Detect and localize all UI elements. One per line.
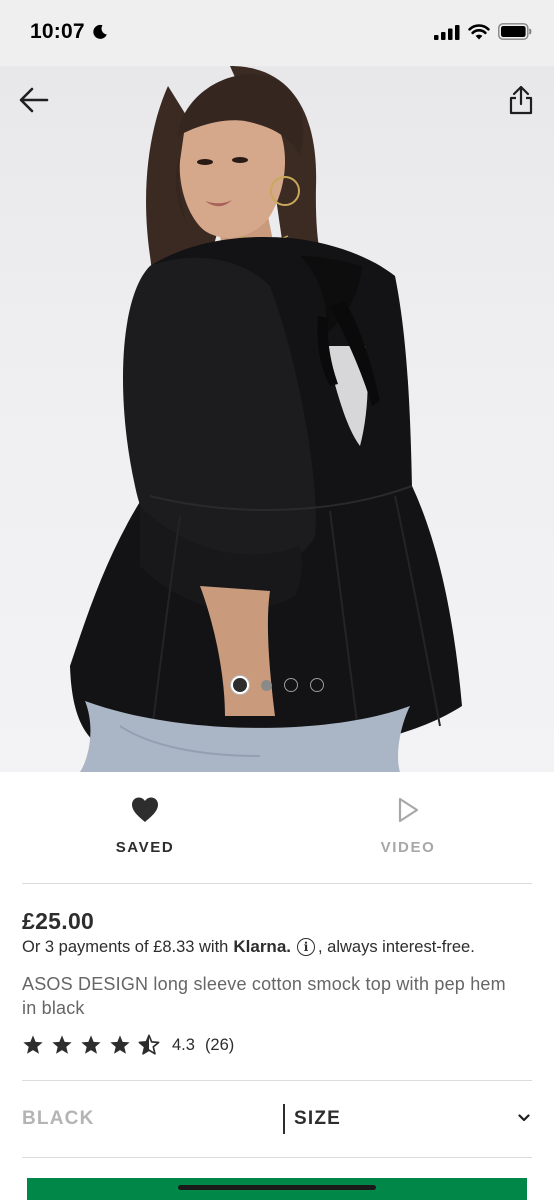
status-bar: 10:07 (0, 0, 554, 66)
gallery-dot[interactable] (260, 679, 272, 691)
klarna-suffix: , always interest-free. (318, 937, 475, 956)
star-half-icon (138, 1034, 160, 1055)
variant-selector: BLACK SIZE (0, 1081, 554, 1157)
klarna-logo: Klarna. (233, 937, 291, 956)
variant-divider (283, 1104, 285, 1134)
status-indicators (434, 23, 532, 40)
wifi-icon (468, 23, 490, 39)
play-icon (398, 797, 419, 823)
saved-button[interactable]: SAVED (45, 796, 245, 856)
divider (22, 1157, 532, 1158)
back-arrow-icon[interactable] (18, 86, 50, 114)
product-price: £25.00 (22, 908, 95, 934)
star-filled-icon (81, 1035, 101, 1054)
star-filled-icon (52, 1035, 72, 1054)
gallery-dot[interactable] (230, 676, 249, 694)
video-label: VIDEO (380, 839, 436, 856)
klarna-info: Or 3 payments of £8.33 with Klarna. i , … (22, 937, 475, 957)
info-icon[interactable]: i (297, 938, 315, 956)
product-photo (70, 66, 462, 772)
product-image-gallery[interactable] (0, 66, 554, 772)
product-actions: SAVED VIDEO (0, 772, 554, 884)
moon-icon (93, 24, 107, 39)
star-filled-icon (110, 1035, 130, 1054)
share-icon[interactable] (508, 84, 534, 116)
gallery-dot[interactable] (283, 678, 298, 692)
saved-label: SAVED (115, 839, 175, 856)
rating-count: (26) (204, 1035, 235, 1054)
gallery-pagination (0, 676, 554, 694)
heart-filled-icon (132, 797, 158, 822)
rating-stars (22, 1034, 160, 1056)
battery-icon (498, 23, 532, 40)
klarna-prefix: Or 3 payments of £8.33 with (22, 937, 229, 956)
chevron-down-icon (518, 1114, 530, 1122)
product-rating[interactable]: 4.3 (26) (22, 1034, 234, 1056)
rating-value: 4.3 (172, 1035, 195, 1054)
colour-label: BLACK (22, 1108, 95, 1129)
signal-icon (434, 24, 460, 40)
status-time: 10:07 (30, 20, 85, 43)
home-indicator (178, 1185, 376, 1190)
gallery-dot[interactable] (309, 678, 324, 692)
divider (22, 883, 532, 884)
product-title: ASOS DESIGN long sleeve cotton smock top… (22, 974, 506, 1018)
star-filled-icon (23, 1035, 43, 1054)
size-label: SIZE (294, 1108, 342, 1129)
video-button[interactable]: VIDEO (308, 796, 508, 856)
size-dropdown[interactable]: SIZE (294, 1099, 540, 1139)
